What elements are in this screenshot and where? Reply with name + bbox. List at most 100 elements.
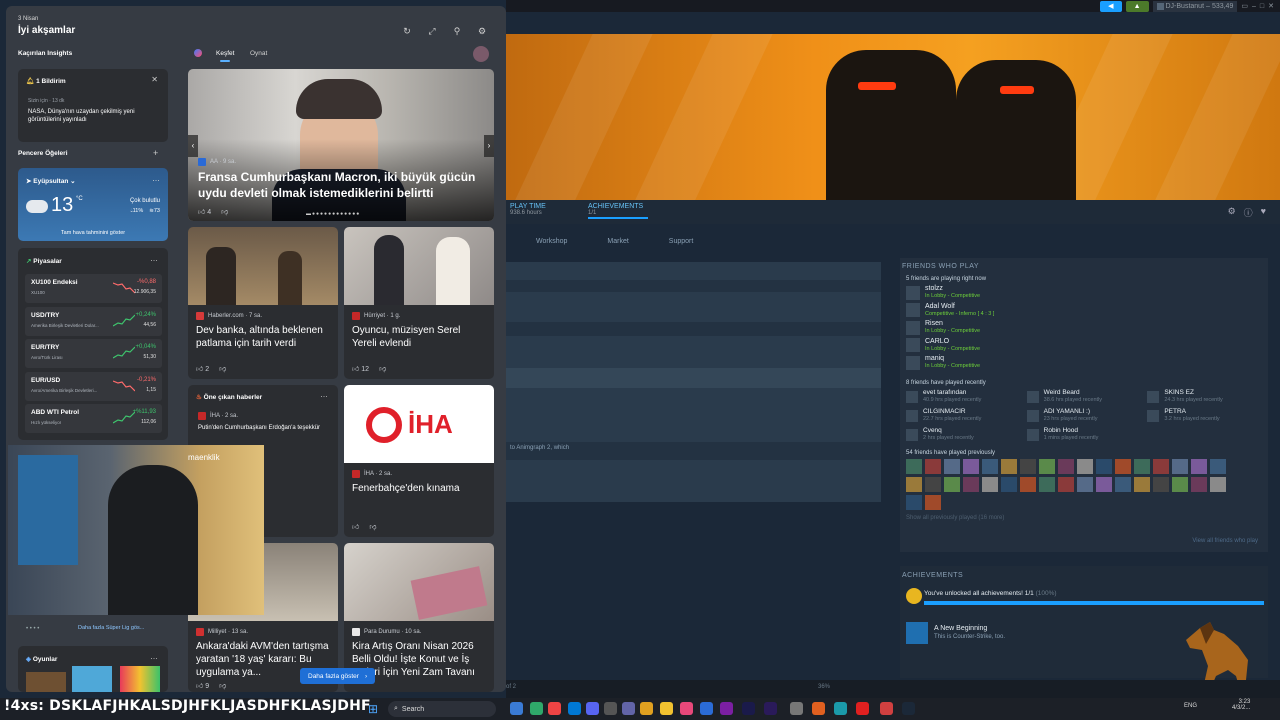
friend-avatar[interactable] <box>1039 476 1055 492</box>
recent-friend[interactable]: PETRA 3.2 hrs played recently <box>1147 407 1268 425</box>
refresh-icon[interactable]: ↻ <box>402 26 412 36</box>
like-icon[interactable]: 👍︎ 9 <box>196 681 209 690</box>
discord-icon[interactable] <box>586 702 599 715</box>
friend-avatar[interactable] <box>1191 476 1207 492</box>
app-icon[interactable] <box>680 702 693 715</box>
tab-workshop[interactable]: Workshop <box>536 238 567 245</box>
dislike-icon[interactable]: 👎︎ <box>221 207 228 216</box>
friend-avatar[interactable] <box>982 458 998 474</box>
friend-avatar[interactable] <box>925 494 941 510</box>
friend-avatar[interactable] <box>1058 458 1074 474</box>
like-icon[interactable]: 👍︎ 12 <box>352 364 369 373</box>
friend-avatar[interactable] <box>1115 458 1131 474</box>
friend-avatar[interactable] <box>1153 476 1169 492</box>
photos-icon[interactable] <box>700 702 713 715</box>
pin-icon[interactable]: ⚲ <box>452 26 462 36</box>
full-forecast-link[interactable]: Tam hava tahminini göster <box>18 230 168 236</box>
app-icon[interactable] <box>834 702 847 715</box>
friend-avatar[interactable] <box>1001 476 1017 492</box>
close-icon[interactable]: ✕ <box>1268 2 1274 10</box>
friend-avatar[interactable] <box>1096 476 1112 492</box>
mail-icon[interactable] <box>568 702 581 715</box>
news-card[interactable]: Hürriyet · 1 g. Oyuncu, müzisyen Serel Y… <box>344 227 494 379</box>
app-icon[interactable] <box>812 702 825 715</box>
friend-avatar[interactable] <box>1020 458 1036 474</box>
tab-oynat[interactable]: Oynat <box>250 50 267 57</box>
game-thumbnail[interactable] <box>72 666 112 692</box>
screen-icon[interactable]: ▭ <box>1241 2 1248 10</box>
friend-avatar[interactable] <box>1210 476 1226 492</box>
language-indicator[interactable]: ENG <box>1184 703 1197 709</box>
hero-news-card[interactable]: ‹ › AA · 9 sa. Fransa Cumhurbaşkanı Macr… <box>188 69 494 221</box>
friend-avatar[interactable] <box>906 476 922 492</box>
clock[interactable]: 3:23 4/3/2... <box>1232 699 1250 711</box>
friend-avatar[interactable] <box>1096 458 1112 474</box>
market-row[interactable]: XU100 Endeksi XU100 -%0,88 12.906,35 <box>25 274 162 303</box>
more-options-icon[interactable]: … <box>320 390 328 399</box>
game-thumbnail[interactable] <box>120 666 160 692</box>
prev-arrow-icon[interactable]: ‹ <box>188 135 198 157</box>
recent-friend[interactable]: Robin Hood 1 mins played recently <box>1026 426 1148 444</box>
notification-card[interactable]: 🔔︎ 1 Bildirim ✕ Sizin için · 13 dk NASA,… <box>18 69 168 142</box>
opera-icon[interactable] <box>856 702 869 715</box>
settings-icon[interactable]: ⚙ <box>477 26 487 36</box>
story-text[interactable]: Putin'den Cumhurbaşkanı Erdoğan'a teşekk… <box>198 424 328 433</box>
maximize-icon[interactable]: □ <box>1260 3 1264 10</box>
friend-row[interactable]: maniq In Lobby - Competitive <box>900 354 1268 372</box>
files-icon[interactable] <box>640 702 653 715</box>
recent-friend[interactable]: evet tarafından 40.9 hrs played recently <box>906 388 1027 406</box>
more-options-icon[interactable]: … <box>150 652 158 661</box>
friend-avatar[interactable] <box>925 476 941 492</box>
friend-avatar[interactable] <box>1172 458 1188 474</box>
like-icon[interactable]: 👍︎ 4 <box>198 207 211 216</box>
friend-avatar[interactable] <box>963 458 979 474</box>
app-icon[interactable] <box>880 702 893 715</box>
teams-icon[interactable] <box>622 702 635 715</box>
edge-icon[interactable] <box>530 702 543 715</box>
account-menu[interactable]: DJ-Bustanut – 533,49 <box>1152 0 1238 12</box>
achievements-stat[interactable]: ACHIEVEMENTS 1/1 <box>588 203 648 219</box>
expand-icon[interactable]: ⤢ <box>427 26 437 36</box>
friend-avatar[interactable] <box>1058 476 1074 492</box>
add-widget-icon[interactable]: + <box>153 148 158 158</box>
friend-avatar[interactable] <box>944 476 960 492</box>
dislike-icon[interactable]: 👎︎ <box>379 364 386 373</box>
friend-row[interactable]: Adal Wolf Competitive - Inferno [ 4 : 3 ] <box>900 302 1268 320</box>
news-card[interactable]: İHA İHA · 2 sa. Fenerbahçe'den kınama 👍︎… <box>344 385 494 537</box>
friend-avatar[interactable] <box>906 458 922 474</box>
friend-avatar[interactable] <box>1134 476 1150 492</box>
friend-row[interactable]: CARLO In Lobby - Competitive <box>900 337 1268 355</box>
dislike-icon[interactable]: 👎︎ <box>369 522 376 531</box>
next-arrow-icon[interactable]: › <box>484 135 494 157</box>
close-icon[interactable]: ✕ <box>151 75 158 84</box>
app-icon[interactable] <box>790 702 803 715</box>
market-row[interactable]: ABD WTI Petrol Hızlı yükseliyor +%11,93 112… <box>25 404 162 433</box>
chrome-icon[interactable] <box>548 702 561 715</box>
game-thumbnail[interactable] <box>26 672 66 692</box>
friend-avatar[interactable] <box>1077 458 1093 474</box>
info-icon[interactable]: ⓘ <box>1244 206 1253 219</box>
recent-friend[interactable]: Weird Beard 38.6 hrs played recently <box>1026 388 1148 406</box>
recent-friend[interactable]: SKINS EZ 24.3 hrs played recently <box>1147 388 1268 406</box>
recent-friend[interactable]: Cvenq 2 hrs played recently <box>906 426 1027 444</box>
show-more-button[interactable]: Daha fazla göster › <box>300 668 376 684</box>
tab-market[interactable]: Market <box>607 238 628 245</box>
more-options-icon[interactable]: … <box>152 174 160 183</box>
show-all-previous-link[interactable]: Show all previously played (16 more) <box>906 515 1268 521</box>
tab-kesfet[interactable]: Keşfet <box>216 50 234 57</box>
friend-row[interactable]: Risen In Lobby - Competitive <box>900 319 1268 337</box>
friend-avatar[interactable] <box>944 458 960 474</box>
file-explorer-icon[interactable] <box>510 702 523 715</box>
friend-avatar[interactable] <box>1077 476 1093 492</box>
more-options-icon[interactable]: … <box>150 254 158 263</box>
like-icon[interactable]: 👍︎ <box>352 522 359 531</box>
favorite-heart-icon[interactable]: ♥ <box>1261 206 1266 219</box>
premiere-icon[interactable] <box>720 702 733 715</box>
friend-avatar[interactable] <box>1020 476 1036 492</box>
market-row[interactable]: EUR/USD Avro/Amerika Birleşik Devletleri.… <box>25 371 162 401</box>
friend-avatar[interactable] <box>925 458 941 474</box>
friend-avatar[interactable] <box>1134 458 1150 474</box>
tab-support[interactable]: Support <box>669 238 694 245</box>
friend-avatar[interactable] <box>1115 476 1131 492</box>
more-super-lig-link[interactable]: Daha fazla Süper Lig gös... <box>78 625 144 631</box>
